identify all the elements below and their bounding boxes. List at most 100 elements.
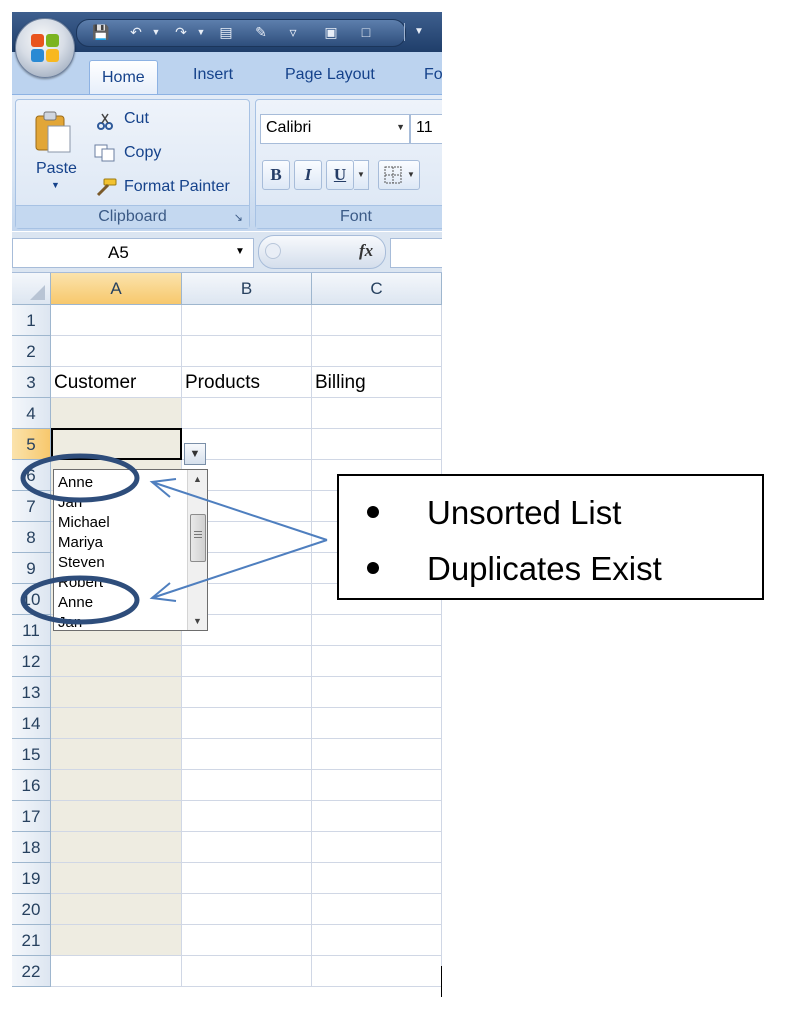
cell-c20[interactable] — [312, 894, 442, 925]
cell-a21[interactable] — [51, 925, 182, 956]
bold-button[interactable]: B — [262, 160, 290, 190]
paste-button[interactable]: Paste — [36, 160, 77, 178]
scroll-up-icon[interactable]: ▲ — [188, 470, 207, 488]
row-header-11[interactable]: 11 — [12, 615, 51, 646]
name-box-dropdown-icon[interactable]: ▼ — [235, 246, 245, 257]
cell-c19[interactable] — [312, 863, 442, 894]
insert-function-button[interactable]: fx — [359, 241, 373, 261]
cell-a1[interactable] — [51, 305, 182, 336]
cell-a15[interactable] — [51, 739, 182, 770]
cell-b14[interactable] — [182, 708, 312, 739]
row-header-12[interactable]: 12 — [12, 646, 51, 677]
tab-page-layout[interactable]: Page Layout — [285, 66, 375, 84]
cell-c3[interactable]: Billing — [312, 367, 442, 398]
row-header-14[interactable]: 14 — [12, 708, 51, 739]
cut-button[interactable]: Cut — [124, 110, 149, 128]
redo-dropdown-icon[interactable]: ▼ — [192, 23, 210, 41]
cell-b17[interactable] — [182, 801, 312, 832]
print-preview-icon[interactable]: ▤ — [217, 23, 235, 41]
format-painter-button[interactable]: Format Painter — [124, 178, 230, 196]
cell-b22[interactable] — [182, 956, 312, 987]
cell-a18[interactable] — [51, 832, 182, 863]
column-header-c[interactable]: C — [312, 273, 442, 305]
column-header-b[interactable]: B — [182, 273, 312, 305]
dropdown-item[interactable]: Steven — [58, 553, 105, 573]
active-cell-a5[interactable] — [51, 428, 182, 460]
row-header-6[interactable]: 6 — [12, 460, 51, 491]
cell-a17[interactable] — [51, 801, 182, 832]
formula-cancel-icon[interactable] — [265, 243, 281, 259]
cell-c14[interactable] — [312, 708, 442, 739]
row-header-16[interactable]: 16 — [12, 770, 51, 801]
row-header-13[interactable]: 13 — [12, 677, 51, 708]
redo-icon[interactable]: ↷ — [172, 23, 190, 41]
scroll-thumb[interactable] — [190, 514, 206, 562]
row-header-5[interactable]: 5 — [12, 429, 51, 460]
underline-button[interactable]: U — [326, 160, 354, 190]
cell-c11[interactable] — [312, 615, 442, 646]
cell-b1[interactable] — [182, 305, 312, 336]
tab-insert[interactable]: Insert — [193, 66, 233, 84]
row-header-18[interactable]: 18 — [12, 832, 51, 863]
dropdown-item[interactable]: Jan — [58, 493, 82, 513]
scroll-down-icon[interactable]: ▼ — [188, 612, 207, 630]
cell-c21[interactable] — [312, 925, 442, 956]
cell-b2[interactable] — [182, 336, 312, 367]
clipboard-dialog-launcher-icon[interactable]: ↘ — [234, 211, 243, 224]
row-header-3[interactable]: 3 — [12, 367, 51, 398]
row-header-15[interactable]: 15 — [12, 739, 51, 770]
cell-b21[interactable] — [182, 925, 312, 956]
cell-c18[interactable] — [312, 832, 442, 863]
cell-c12[interactable] — [312, 646, 442, 677]
paste-dropdown-icon[interactable]: ▼ — [51, 180, 60, 190]
copy-button[interactable]: Copy — [124, 144, 161, 162]
row-header-7[interactable]: 7 — [12, 491, 51, 522]
cell-a12[interactable] — [51, 646, 182, 677]
data-validation-dropdown-button[interactable]: ▼ — [184, 443, 206, 465]
font-name-dropdown-icon[interactable]: ▼ — [396, 122, 405, 132]
cell-a3[interactable]: Customer — [51, 367, 182, 398]
dropdown-item[interactable]: Michael — [58, 513, 110, 533]
dropdown-item[interactable]: Anne — [58, 473, 93, 493]
cell-b12[interactable] — [182, 646, 312, 677]
row-header-4[interactable]: 4 — [12, 398, 51, 429]
cell-b19[interactable] — [182, 863, 312, 894]
row-header-22[interactable]: 22 — [12, 956, 51, 987]
cell-c22[interactable] — [312, 956, 442, 987]
cell-b15[interactable] — [182, 739, 312, 770]
cell-b20[interactable] — [182, 894, 312, 925]
dropdown-scrollbar[interactable]: ▲ ▼ — [187, 470, 207, 630]
cell-b16[interactable] — [182, 770, 312, 801]
select-all-corner[interactable] — [12, 273, 51, 305]
name-box[interactable]: A5 ▼ — [12, 238, 254, 268]
cell-c15[interactable] — [312, 739, 442, 770]
row-header-8[interactable]: 8 — [12, 522, 51, 553]
cell-b13[interactable] — [182, 677, 312, 708]
cell-a19[interactable] — [51, 863, 182, 894]
row-header-20[interactable]: 20 — [12, 894, 51, 925]
row-header-9[interactable]: 9 — [12, 553, 51, 584]
column-header-a[interactable]: A — [51, 273, 182, 305]
cell-a2[interactable] — [51, 336, 182, 367]
font-size-combobox[interactable]: 11 — [410, 114, 442, 144]
row-header-21[interactable]: 21 — [12, 925, 51, 956]
cell-c5[interactable] — [312, 429, 442, 460]
undo-icon[interactable]: ↶ — [127, 23, 145, 41]
cell-b3[interactable]: Products — [182, 367, 312, 398]
cell-c13[interactable] — [312, 677, 442, 708]
office-button[interactable] — [15, 18, 75, 78]
undo-dropdown-icon[interactable]: ▼ — [147, 23, 165, 41]
filter-icon[interactable]: ▿ — [284, 23, 302, 41]
font-name-combobox[interactable]: Calibri ▼ — [260, 114, 410, 144]
camera-icon[interactable]: ▣ — [322, 23, 340, 41]
validation-dropdown-list[interactable]: Anne Jan Michael Mariya Steven Robert Anne Jan … — [53, 469, 208, 631]
cell-c2[interactable] — [312, 336, 442, 367]
borders-button[interactable]: ▼ — [378, 160, 420, 190]
row-header-10[interactable]: 10 — [12, 584, 51, 615]
tab-home[interactable]: Home — [89, 60, 158, 95]
cell-b4[interactable] — [182, 398, 312, 429]
row-header-19[interactable]: 19 — [12, 863, 51, 894]
dropdown-item[interactable]: Mariya — [58, 533, 103, 553]
formula-input[interactable] — [390, 238, 442, 268]
cell-c1[interactable] — [312, 305, 442, 336]
